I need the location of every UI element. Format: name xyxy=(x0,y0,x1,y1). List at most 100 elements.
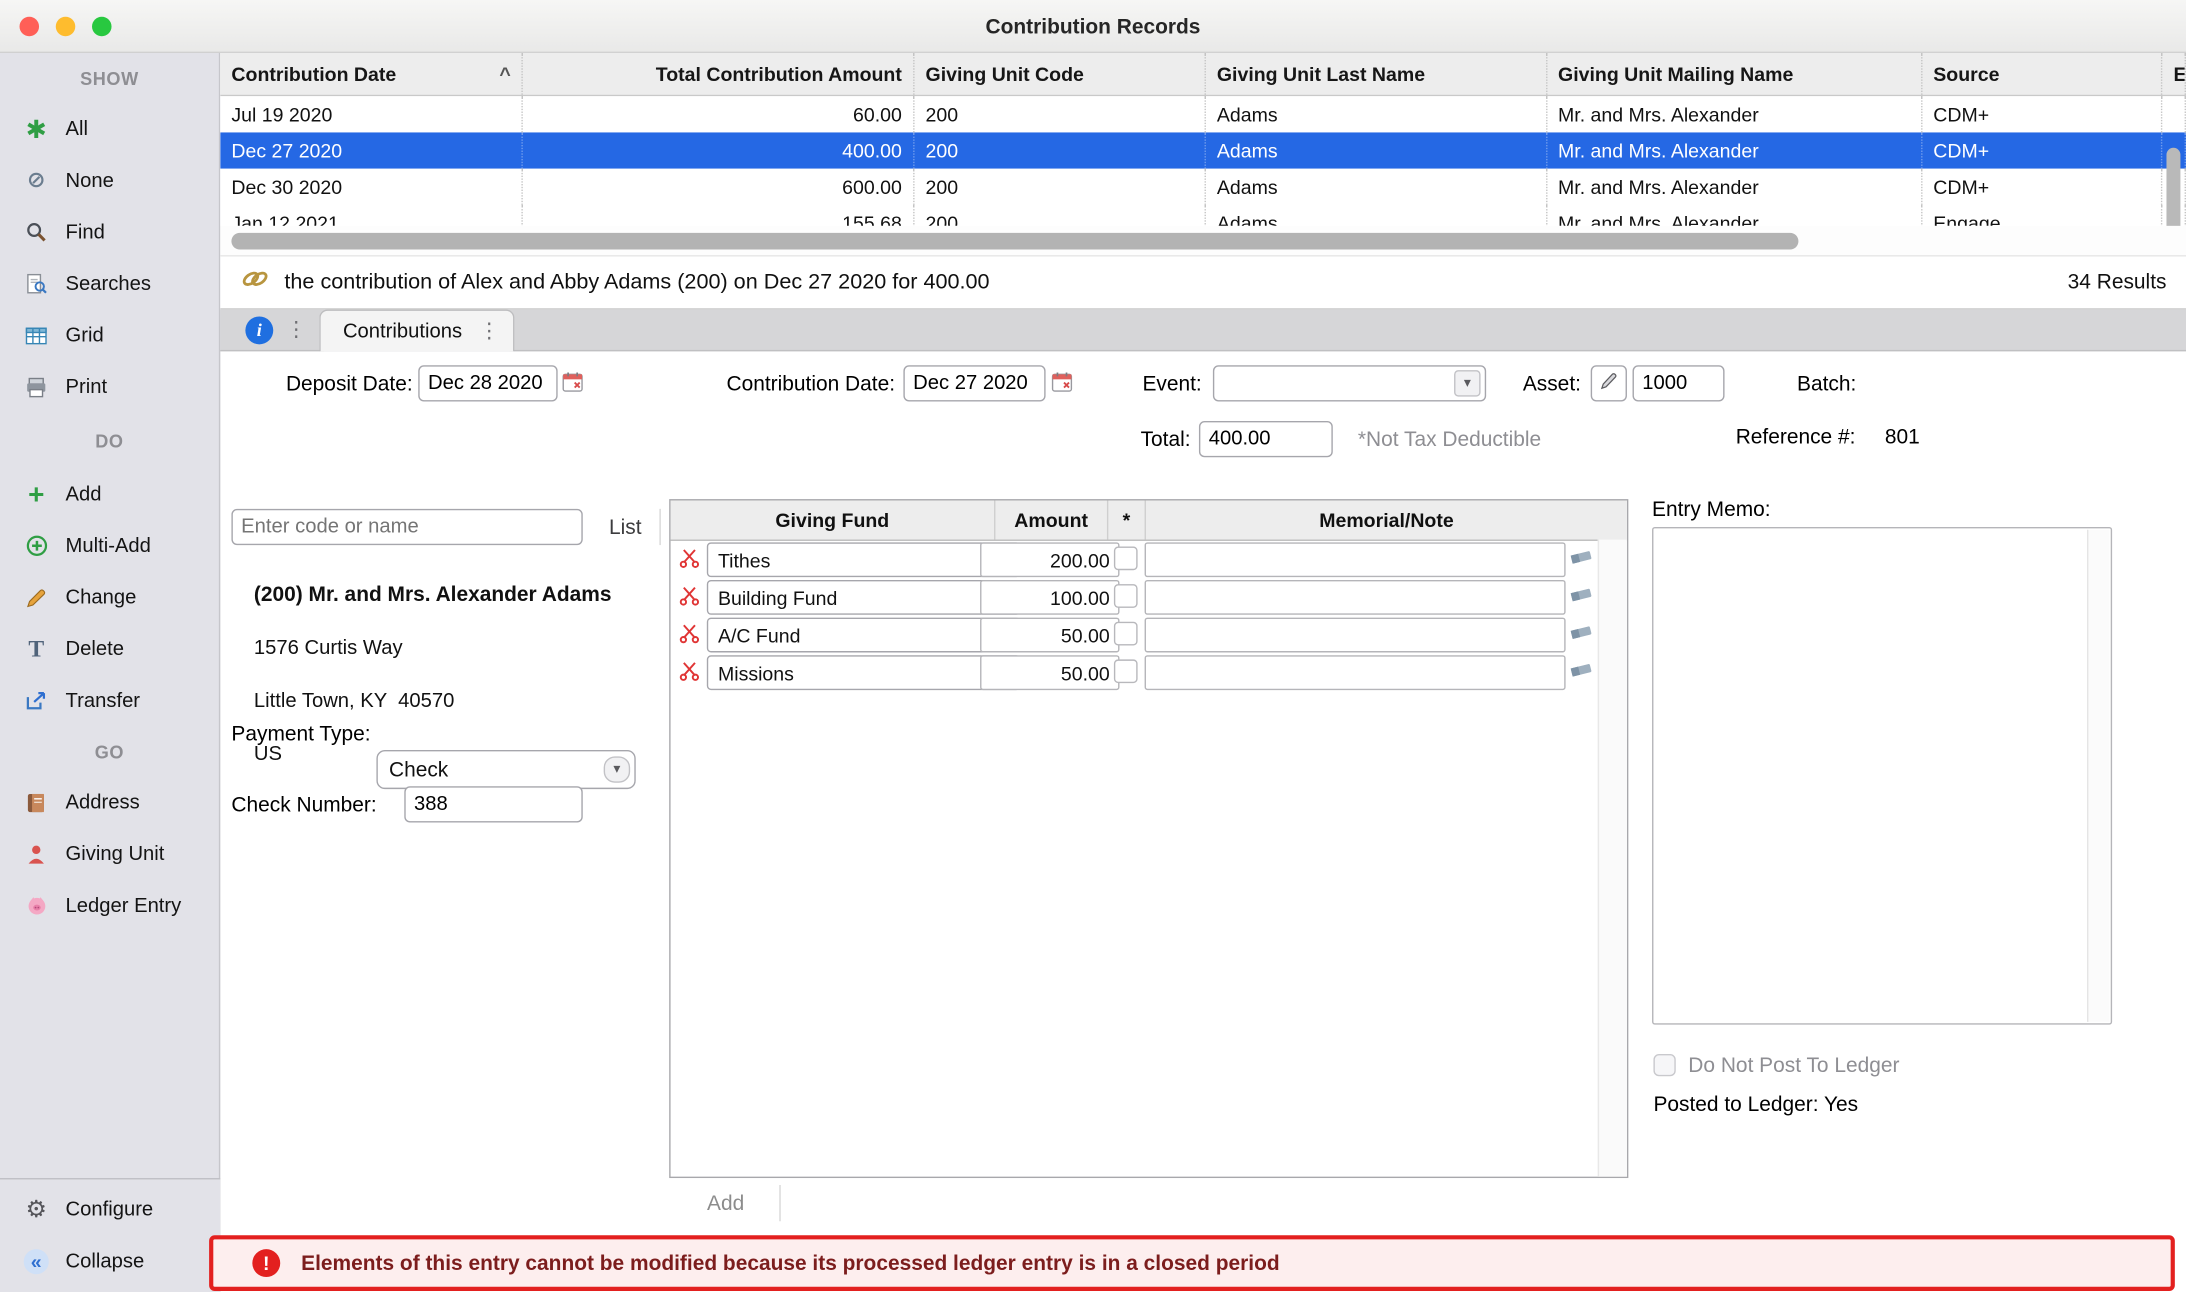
fund-table-scrollbar-track[interactable] xyxy=(1598,540,1627,1177)
sidebar-item-delete[interactable]: T Delete xyxy=(0,623,219,675)
fund-amount-field[interactable]: 50.00 xyxy=(980,655,1119,690)
batch-label: Batch: xyxy=(1797,365,1909,401)
deposit-date-field[interactable] xyxy=(418,365,557,401)
giving-fund-select[interactable]: Building Fund▾ xyxy=(707,580,1021,615)
sidebar-item-multi-add[interactable]: Multi-Add xyxy=(0,520,219,572)
column-header-mailing-name[interactable]: Giving Unit Mailing Name xyxy=(1547,53,1922,95)
memorial-note-field[interactable] xyxy=(1145,542,1566,577)
reference-label: Reference #: xyxy=(1736,418,1856,454)
total-field[interactable] xyxy=(1199,421,1333,457)
sidebar-item-transfer[interactable]: Transfer xyxy=(0,675,219,727)
entry-memo-textarea[interactable] xyxy=(1652,527,2112,1025)
column-header-total-amount[interactable]: Total Contribution Amount xyxy=(523,53,914,95)
tab-menu-icon[interactable]: ⋮ xyxy=(479,321,500,342)
gear-icon: ⚙ xyxy=(20,1197,53,1222)
sidebar-item-print[interactable]: Print xyxy=(0,361,219,413)
column-header-contribution-date[interactable]: Contribution Date ^ xyxy=(220,53,523,95)
asset-field[interactable] xyxy=(1633,365,1725,401)
tab-contributions[interactable]: Contributions ⋮ xyxy=(319,309,515,351)
fund-row: Missions▾ 50.00 xyxy=(671,652,1627,690)
scissors-icon[interactable] xyxy=(679,548,700,576)
sidebar-item-label: None xyxy=(66,169,114,191)
sidebar-item-change[interactable]: Change xyxy=(0,572,219,624)
calendar-icon[interactable] xyxy=(1051,371,1073,400)
do-not-post-checkbox[interactable] xyxy=(1653,1054,1675,1076)
giving-fund-select[interactable]: Tithes▾ xyxy=(707,542,1021,577)
column-header-source[interactable]: Source xyxy=(1922,53,2162,95)
configure-button[interactable]: ⚙ Configure xyxy=(0,1184,220,1236)
sidebar-item-address[interactable]: Address xyxy=(0,777,219,829)
chevron-down-icon: ▾ xyxy=(604,756,630,782)
printer-icon xyxy=(20,374,53,399)
contribution-records-table: Contribution Date ^ Total Contribution A… xyxy=(220,53,2186,226)
eraser-icon[interactable] xyxy=(1570,586,1595,611)
eraser-icon[interactable] xyxy=(1570,661,1595,686)
collapse-button[interactable]: « Collapse xyxy=(0,1235,220,1287)
fund-amount-field[interactable]: 200.00 xyxy=(980,542,1119,577)
giving-fund-table: Giving Fund Amount * Memorial/Note Tithe… xyxy=(669,499,1628,1178)
sidebar-item-label: Delete xyxy=(66,638,124,660)
sidebar-item-label: Print xyxy=(66,376,108,398)
memorial-note-field[interactable] xyxy=(1145,580,1566,615)
scissors-icon[interactable] xyxy=(679,623,700,651)
donor-address-line: 1576 Curtis Way xyxy=(254,637,403,659)
fund-table-header: Giving Fund Amount * Memorial/Note xyxy=(671,500,1627,540)
fund-star-checkbox[interactable] xyxy=(1114,659,1138,683)
table-row[interactable]: Jul 19 2020 60.00 200 Adams Mr. and Mrs.… xyxy=(220,96,2186,132)
fund-star-checkbox[interactable] xyxy=(1114,584,1138,608)
sidebar-item-giving-unit[interactable]: Giving Unit xyxy=(0,828,219,880)
sort-ascending-icon[interactable]: ^ xyxy=(499,63,510,85)
close-window-button[interactable] xyxy=(20,17,40,37)
column-header-entry[interactable]: Entry xyxy=(2162,53,2186,95)
giving-fund-select[interactable]: Missions▾ xyxy=(707,655,1021,690)
eraser-icon[interactable] xyxy=(1570,548,1595,573)
memorial-note-field[interactable] xyxy=(1145,655,1566,690)
column-header-last-name[interactable]: Giving Unit Last Name xyxy=(1206,53,1547,95)
contribution-date-label: Contribution Date: xyxy=(697,365,895,401)
calendar-icon[interactable] xyxy=(562,371,584,400)
window-title: Contribution Records xyxy=(0,0,2186,53)
event-select[interactable]: ▾ xyxy=(1213,365,1486,401)
sidebar-item-grid[interactable]: Grid xyxy=(0,309,219,361)
fund-amount-field[interactable]: 50.00 xyxy=(980,618,1119,653)
delete-icon: T xyxy=(20,636,53,661)
scissors-icon[interactable] xyxy=(679,661,700,689)
table-row-selected[interactable]: Dec 27 2020 400.00 200 Adams Mr. and Mrs… xyxy=(220,132,2186,168)
check-number-field[interactable] xyxy=(404,786,582,822)
vertical-scrollbar[interactable] xyxy=(2166,148,2180,234)
column-header-giving-unit-code[interactable]: Giving Unit Code xyxy=(914,53,1205,95)
deposit-date-label: Deposit Date: xyxy=(245,365,412,401)
fund-amount-field[interactable]: 100.00 xyxy=(980,580,1119,615)
sidebar-item-find[interactable]: Find xyxy=(0,206,219,258)
contribution-date-field[interactable] xyxy=(903,365,1045,401)
memorial-note-field[interactable] xyxy=(1145,618,1566,653)
sidebar-item-label: Collapse xyxy=(66,1250,145,1272)
add-fund-row-button[interactable]: Add xyxy=(672,1185,781,1221)
fund-star-checkbox[interactable] xyxy=(1114,546,1138,570)
eraser-icon[interactable] xyxy=(1570,623,1595,648)
sidebar-item-label: Transfer xyxy=(66,689,141,711)
scissors-icon[interactable] xyxy=(679,586,700,614)
drag-handle-icon[interactable]: ⋮ xyxy=(286,319,307,340)
chevron-down-icon: ▾ xyxy=(1454,370,1480,396)
payment-type-select[interactable]: Check ▾ xyxy=(376,750,635,789)
asset-edit-button[interactable] xyxy=(1591,365,1627,401)
zoom-window-button[interactable] xyxy=(92,17,112,37)
list-button[interactable]: List xyxy=(591,509,661,545)
not-tax-deductible-label: *Not Tax Deductible xyxy=(1358,421,1541,457)
horizontal-scrollbar-thumb[interactable] xyxy=(231,233,1798,250)
table-row[interactable]: Dec 30 2020 600.00 200 Adams Mr. and Mrs… xyxy=(220,169,2186,205)
sidebar-item-none[interactable]: ⊘ None xyxy=(0,155,219,207)
horizontal-scrollbar-track[interactable] xyxy=(220,226,2186,257)
info-icon[interactable]: i xyxy=(245,316,273,344)
sidebar-item-add[interactable]: + Add xyxy=(0,468,219,520)
sidebar-item-searches[interactable]: Searches xyxy=(0,258,219,310)
code-search-input[interactable] xyxy=(231,509,582,545)
sidebar-item-ledger-entry[interactable]: Ledger Entry xyxy=(0,880,219,932)
minimize-window-button[interactable] xyxy=(56,17,76,37)
table-row-partial[interactable]: Jan 12 2021 155.68 200 Adams Mr. and Mrs… xyxy=(220,205,2186,226)
fund-star-checkbox[interactable] xyxy=(1114,622,1138,646)
sidebar-item-all[interactable]: ✱ All xyxy=(0,103,219,155)
giving-fund-select[interactable]: A/C Fund▾ xyxy=(707,618,1021,653)
memo-scrollbar-track[interactable] xyxy=(2087,530,2109,1022)
